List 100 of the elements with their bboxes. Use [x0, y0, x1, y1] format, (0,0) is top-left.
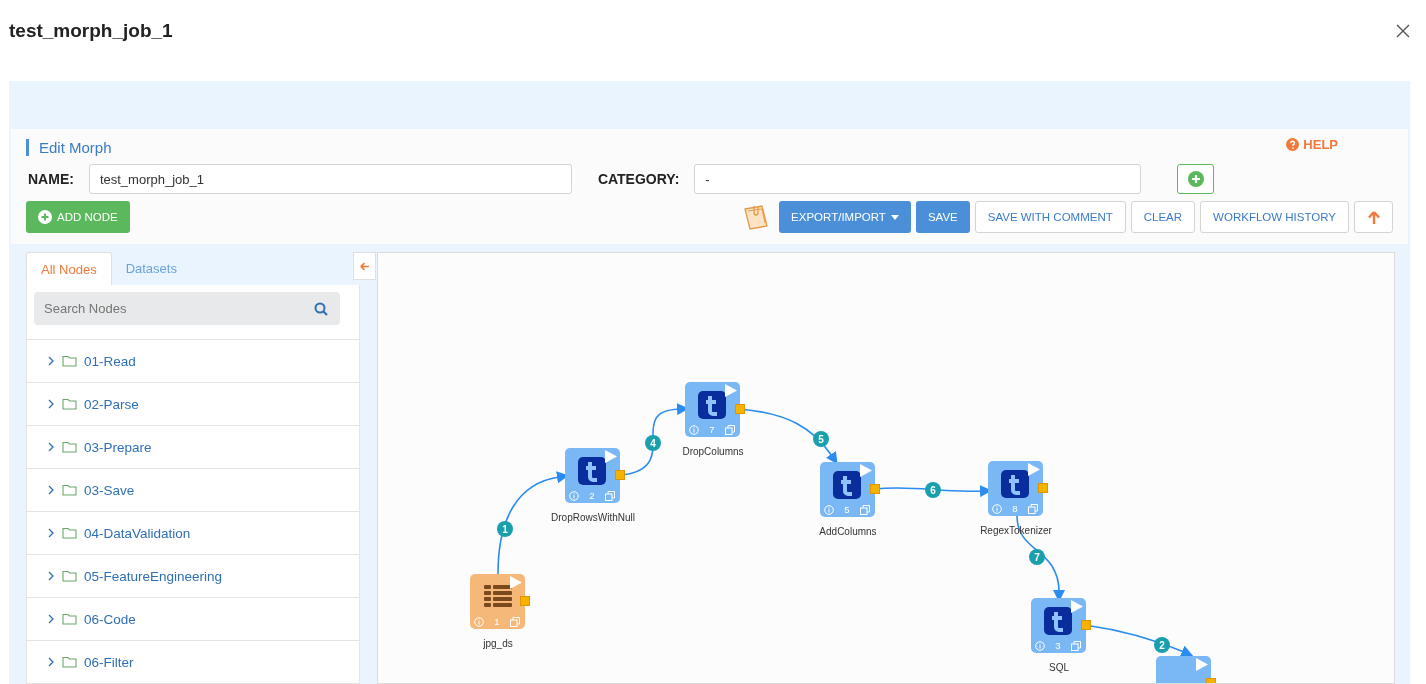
section-heading: Edit Morph: [26, 138, 112, 156]
output-port[interactable]: [735, 404, 745, 414]
help-link[interactable]: HELP: [1286, 136, 1338, 152]
info-icon[interactable]: [474, 616, 484, 627]
folder-label: 02-Parse: [84, 396, 139, 412]
play-icon[interactable]: [725, 384, 737, 397]
node-number: 7: [709, 424, 715, 435]
folder-label: 01-Read: [84, 353, 136, 369]
output-port[interactable]: [1038, 483, 1048, 493]
edge-badge: 6: [925, 482, 941, 498]
toolbar-button[interactable]: CLEAR: [1130, 201, 1196, 233]
collapse-button[interactable]: [353, 252, 376, 280]
output-port[interactable]: [520, 596, 530, 606]
node-number: 1: [494, 616, 500, 627]
plus-icon: [1187, 171, 1204, 187]
add-category-button[interactable]: [1177, 164, 1215, 194]
caret-icon: [890, 214, 899, 220]
folder-icon: [62, 441, 77, 453]
window-title: test_morph_job_1: [9, 20, 173, 42]
folder-item[interactable]: 02-Parse: [27, 382, 359, 425]
play-icon[interactable]: [1028, 463, 1040, 476]
up-arrow-icon: [1367, 210, 1380, 224]
dropdown-button[interactable]: EXPORT/IMPORT: [779, 201, 911, 233]
folder-icon: [62, 527, 77, 539]
node-label: SQL: [1048, 661, 1070, 675]
node-label: DropRowsWithNull: [550, 511, 636, 525]
plus-icon: [38, 210, 52, 224]
transform-icon: [1044, 607, 1072, 635]
edge-badge: 2: [1154, 637, 1170, 653]
output-port[interactable]: [1081, 620, 1091, 630]
folder-label: 06-Code: [84, 611, 136, 627]
folder-label: 03-Prepare: [84, 439, 152, 455]
name-label: NAME:: [28, 171, 74, 187]
name-field[interactable]: test_morph_job_1: [88, 164, 572, 194]
copy-icon[interactable]: [1028, 503, 1038, 514]
category-field[interactable]: -: [694, 164, 1142, 194]
output-port[interactable]: [615, 470, 625, 480]
node-label: jpg_ds: [482, 637, 514, 651]
search-icon[interactable]: [314, 302, 328, 316]
add-node-button[interactable]: ADD NODE: [26, 201, 130, 233]
info-icon[interactable]: [824, 504, 834, 515]
folder-label: 04-DataValidation: [84, 525, 191, 541]
output-port[interactable]: [870, 484, 880, 494]
folder-item[interactable]: 04-DataValidation: [27, 511, 359, 554]
folder-item[interactable]: 03-Prepare: [27, 425, 359, 468]
folder-icon: [62, 656, 77, 668]
folder-label: 03-Save: [84, 482, 135, 498]
folder-item[interactable]: 06-Filter: [27, 640, 359, 683]
folder-icon: [62, 570, 77, 582]
copy-icon[interactable]: [510, 616, 520, 627]
left-arrow-icon: [360, 260, 369, 272]
play-icon[interactable]: [510, 576, 522, 589]
node-number: 2: [589, 490, 595, 501]
copy-icon[interactable]: [605, 490, 615, 501]
copy-icon[interactable]: [860, 504, 870, 515]
info-icon[interactable]: [569, 490, 579, 501]
play-icon[interactable]: [1071, 600, 1083, 613]
tab[interactable]: All Nodes: [26, 252, 112, 285]
node-number: 8: [1012, 503, 1018, 514]
edge-badge: 1: [497, 521, 513, 537]
play-icon[interactable]: [605, 450, 617, 463]
node-label: AddColumns: [818, 525, 878, 539]
folder-item[interactable]: 03-Save: [27, 468, 359, 511]
node-number: 5: [844, 504, 850, 515]
close-icon[interactable]: [1394, 22, 1412, 40]
transform-icon: [698, 391, 726, 419]
toolbar-button[interactable]: SAVE: [915, 201, 970, 233]
node-number: 3: [1055, 640, 1061, 651]
folder-item[interactable]: 01-Read: [27, 339, 359, 382]
folder-icon: [62, 398, 77, 410]
folder-icon: [62, 355, 77, 367]
transform-icon: [833, 471, 861, 499]
folder-label: 06-Filter: [84, 654, 134, 670]
toolbar-button[interactable]: SAVE WITH COMMENT: [974, 201, 1126, 233]
table-icon: [483, 583, 513, 609]
info-icon[interactable]: [1035, 640, 1045, 651]
edge-badge: 7: [1029, 549, 1045, 565]
folder-icon: [62, 613, 77, 625]
folder-label: 05-FeatureEngineering: [84, 568, 223, 584]
toolbar-button[interactable]: WORKFLOW HISTORY: [1200, 201, 1349, 233]
tab[interactable]: Datasets: [111, 252, 191, 285]
copy-icon[interactable]: [1071, 640, 1081, 651]
info-icon[interactable]: [992, 503, 1002, 514]
transform-icon: [578, 457, 606, 485]
edge-badge: 5: [813, 431, 829, 447]
play-icon[interactable]: [1196, 658, 1208, 671]
scroll-top-button[interactable]: [1354, 201, 1393, 233]
play-icon[interactable]: [860, 464, 872, 477]
edge-badge: 4: [645, 435, 661, 451]
category-label: CATEGORY:: [597, 171, 680, 187]
note-icon[interactable]: [742, 203, 771, 231]
folder-item[interactable]: 05-FeatureEngineering: [27, 554, 359, 597]
info-icon[interactable]: [689, 424, 699, 435]
folder-item[interactable]: 06-Code: [27, 597, 359, 640]
folder-icon: [62, 484, 77, 496]
copy-icon[interactable]: [725, 424, 735, 435]
search-field[interactable]: Search Nodes: [34, 292, 340, 325]
node-label: DropColumns: [681, 445, 745, 459]
question-icon: [1286, 137, 1300, 151]
transform-icon: [1001, 470, 1029, 498]
